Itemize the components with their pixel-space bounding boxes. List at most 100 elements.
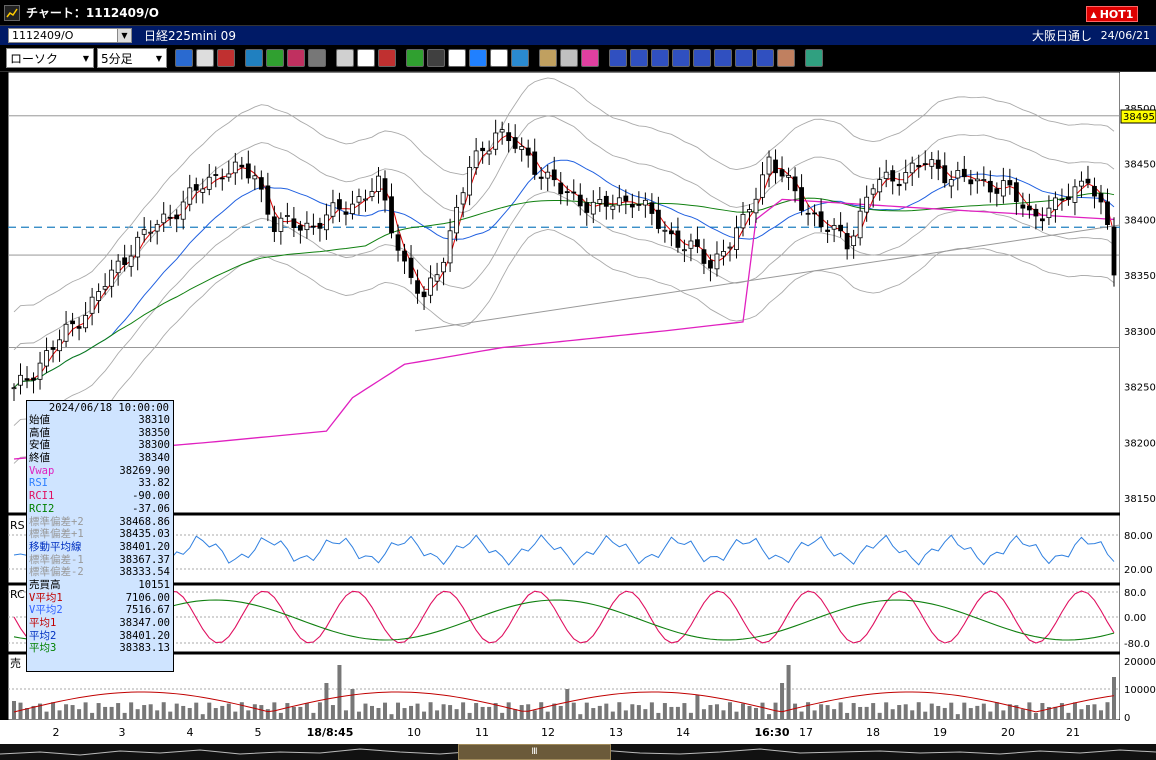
line-icon[interactable] xyxy=(196,49,214,67)
hl-icon[interactable] xyxy=(672,49,690,67)
interval-select[interactable]: 5分足 ▼ xyxy=(97,48,167,68)
horizontal-scrollbar[interactable]: Ⅲ xyxy=(0,744,1156,760)
volume-bar xyxy=(832,709,837,719)
candle-body xyxy=(721,251,726,257)
candle-body xyxy=(942,165,948,184)
candle-body xyxy=(297,225,303,231)
candle-body xyxy=(903,172,909,184)
trash-icon[interactable] xyxy=(511,49,529,67)
candle-body xyxy=(603,195,609,207)
pvt-icon[interactable] xyxy=(735,49,753,67)
trend-icon[interactable] xyxy=(427,49,445,67)
candle-body xyxy=(922,163,928,165)
volume-bar xyxy=(682,703,687,719)
candle-body xyxy=(122,257,128,265)
tools-icon[interactable] xyxy=(560,49,578,67)
volume-bar xyxy=(669,706,674,719)
candle-body xyxy=(616,197,622,206)
atr-icon[interactable] xyxy=(693,49,711,67)
popup-row: 標準偏差+1 38435.03 xyxy=(27,528,173,541)
box-icon[interactable] xyxy=(756,49,774,67)
all-icon[interactable] xyxy=(378,49,396,67)
volume-bar xyxy=(298,706,303,719)
last-price-value: 38495 xyxy=(1123,112,1155,123)
symbol-select[interactable]: 1112409/O ▼ xyxy=(8,28,132,43)
volume-bar xyxy=(799,711,804,719)
volume-bar xyxy=(597,705,602,719)
price-tick-label: 38400 xyxy=(1124,215,1156,226)
scroll-thumb[interactable]: Ⅲ xyxy=(458,744,611,760)
candle-body xyxy=(532,151,538,175)
alert-icon[interactable] xyxy=(217,49,235,67)
volume-bar xyxy=(558,705,563,719)
trade-icon[interactable] xyxy=(287,49,305,67)
volume-bar xyxy=(675,706,680,719)
chevron-down-icon[interactable]: ▼ xyxy=(117,29,131,42)
popup-row-label: 標準偏差-2 xyxy=(29,566,84,579)
volume-bar xyxy=(51,702,56,719)
volume-bar xyxy=(793,703,798,719)
volume-bar xyxy=(767,714,772,719)
candle-body xyxy=(1033,208,1039,217)
hot1-button[interactable]: ▲ HOT1 xyxy=(1086,6,1138,22)
mixed-icon[interactable] xyxy=(357,49,375,67)
chart-type-select[interactable]: ローソク ▼ xyxy=(6,48,94,68)
candle-body xyxy=(206,176,212,190)
candle-body xyxy=(799,187,804,211)
volume-bar xyxy=(337,665,342,719)
settings-icon[interactable] xyxy=(539,49,557,67)
volume-bar xyxy=(903,704,908,719)
volume-bar xyxy=(578,714,583,719)
volume-bar xyxy=(656,712,661,719)
candle-icon[interactable] xyxy=(336,49,354,67)
volume-bar xyxy=(168,711,173,719)
color-icon[interactable] xyxy=(581,49,599,67)
candle-body xyxy=(291,218,297,228)
volume-bar xyxy=(571,702,576,719)
candle-body xyxy=(226,173,232,178)
candle-body xyxy=(805,212,811,215)
bb-icon[interactable] xyxy=(630,49,648,67)
volume-bar xyxy=(428,702,433,719)
par-icon[interactable] xyxy=(714,49,732,67)
x-axis-label: 11 xyxy=(475,726,489,739)
volume-bar xyxy=(721,710,726,719)
volume-bar xyxy=(610,711,615,719)
volume-bar xyxy=(474,703,479,719)
candle-body xyxy=(499,129,505,133)
volume-bar xyxy=(780,683,785,719)
candle-body xyxy=(83,314,88,329)
popup-row-label: 終値 xyxy=(29,452,50,465)
volume-bar xyxy=(324,683,329,719)
log-icon[interactable] xyxy=(777,49,795,67)
cursor-icon[interactable] xyxy=(448,49,466,67)
candle-body xyxy=(284,215,290,217)
popup-row-value: 38300 xyxy=(138,439,170,452)
memo-icon[interactable] xyxy=(490,49,508,67)
candle-body xyxy=(376,175,381,192)
volume-bar xyxy=(285,703,290,719)
volume-tick-label: 20000 xyxy=(1124,657,1156,668)
chevron-down-icon[interactable]: ▼ xyxy=(152,49,166,67)
chevron-down-icon[interactable]: ▼ xyxy=(79,49,93,67)
candle-body xyxy=(1046,207,1052,218)
arrow-icon[interactable] xyxy=(469,49,487,67)
mae-icon[interactable] xyxy=(651,49,669,67)
ma-icon[interactable] xyxy=(609,49,627,67)
candle-body xyxy=(545,171,551,179)
volume-bar xyxy=(890,709,895,719)
x-axis-label: 13 xyxy=(609,726,623,739)
draw-icon[interactable] xyxy=(406,49,424,67)
chart2-icon[interactable] xyxy=(266,49,284,67)
info-icon[interactable] xyxy=(245,49,263,67)
candle-body xyxy=(857,210,863,239)
candle-body xyxy=(402,250,407,262)
zoom-icon[interactable] xyxy=(175,49,193,67)
candle-body xyxy=(551,169,557,181)
volume-bar xyxy=(1066,712,1071,719)
volume-bar xyxy=(1053,706,1058,719)
export-icon[interactable] xyxy=(805,49,823,67)
candle-body xyxy=(786,175,791,178)
volume-bar xyxy=(369,705,374,719)
candle-body xyxy=(773,159,778,174)
